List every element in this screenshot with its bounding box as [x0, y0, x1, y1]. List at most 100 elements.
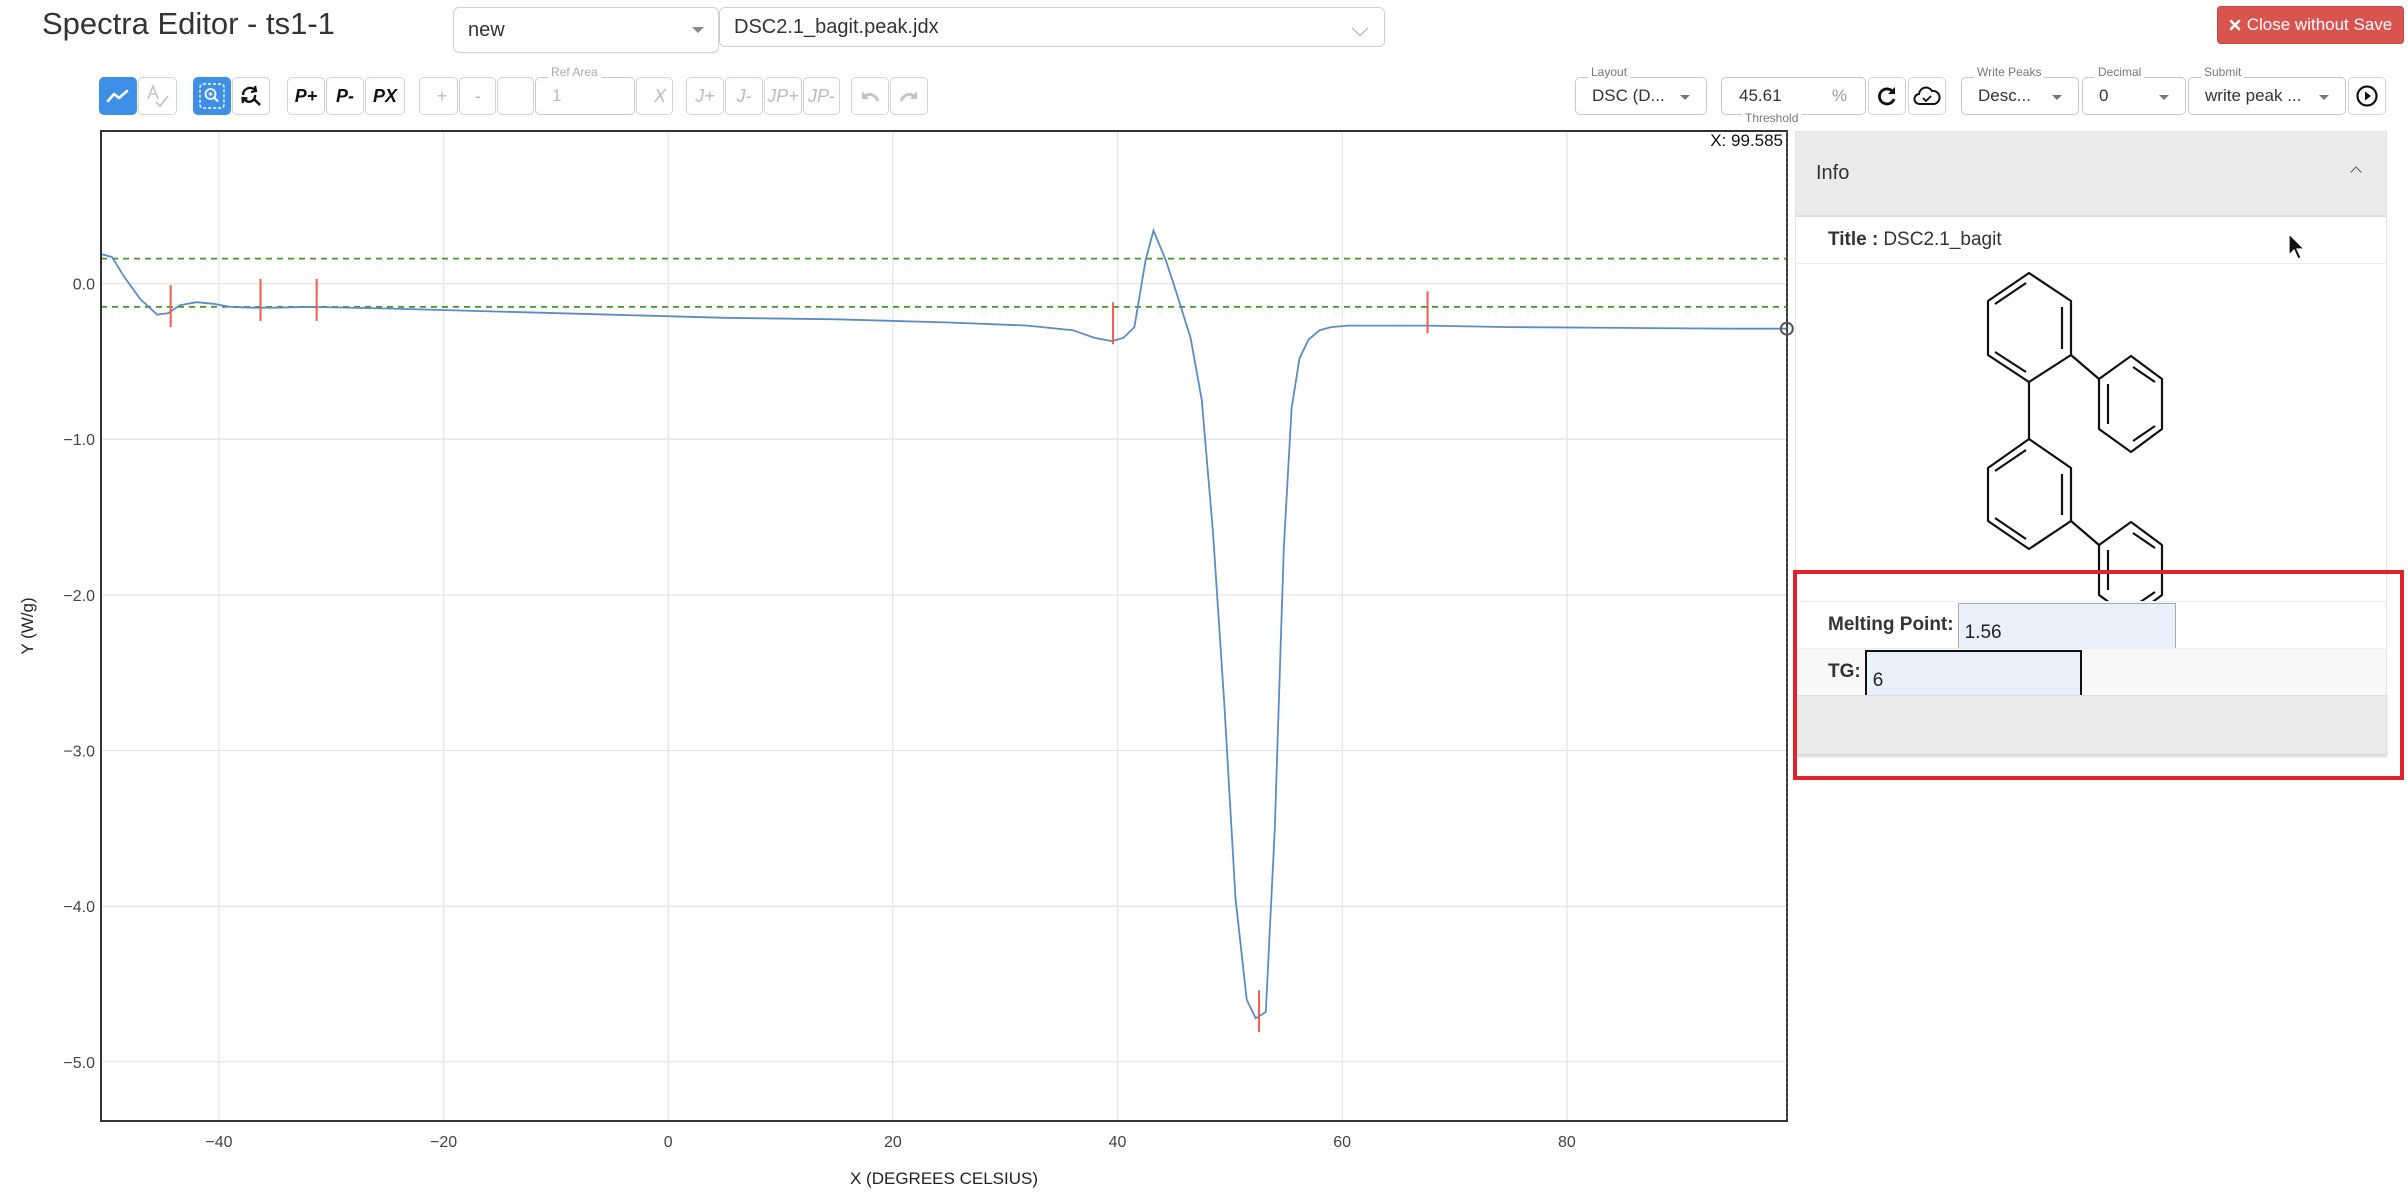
remove-peak-button[interactable]: P-	[326, 77, 364, 115]
operation-select-value: new	[468, 19, 505, 42]
threshold-value: 45.61	[1739, 86, 1782, 106]
peak-text-button[interactable]	[138, 77, 177, 115]
file-select[interactable]: DSC2.1_bagit.peak.jdx	[719, 7, 1385, 47]
auto-peak-button[interactable]	[1908, 77, 1946, 115]
undo-button[interactable]	[851, 77, 889, 115]
cloud-check-icon	[1913, 85, 1941, 107]
y-tick-label: −3.0	[63, 744, 95, 761]
mouse-cursor-icon	[2288, 233, 2306, 261]
tg-label: TG:	[1828, 661, 1861, 683]
integration-blank-button[interactable]	[497, 77, 534, 115]
caret-down-icon	[2159, 95, 2169, 100]
add-integration-button[interactable]: +	[419, 77, 458, 115]
x-axis-ticks: −40 −20 0 20 40 60 80	[205, 1134, 1575, 1151]
title-value: DSC2.1_bagit	[1883, 229, 2001, 251]
caret-down-icon	[2319, 95, 2329, 100]
caret-down-icon	[1680, 95, 1690, 100]
zoom-reset-icon	[239, 84, 263, 108]
layout-label: Layout	[1588, 65, 1630, 79]
submit-label: Submit	[2201, 65, 2244, 79]
spell-check-icon	[145, 83, 171, 109]
threshold-input[interactable]: 45.61 % Threshold	[1721, 77, 1866, 115]
write-peaks-label: Write Peaks	[1974, 65, 2044, 79]
refresh-icon	[1876, 85, 1898, 107]
y-tick-label: −4.0	[63, 899, 95, 916]
info-panel: Info Title : DSC2.1_bagit	[1795, 131, 2387, 755]
melting-point-row: Melting Point:	[1795, 601, 2387, 648]
info-panel-header[interactable]: Info	[1795, 131, 2387, 217]
threshold-label: Threshold	[1742, 111, 1801, 125]
x-tick-label: −20	[430, 1134, 457, 1151]
x-tick-label: 0	[664, 1134, 673, 1151]
decimal-label: Decimal	[2095, 65, 2144, 79]
x-tick-label: 60	[1333, 1134, 1351, 1151]
write-peaks-select[interactable]: Write Peaks Desc...	[1961, 77, 2079, 115]
remove-multiplicity-peak-button[interactable]: JP-	[803, 77, 840, 115]
x-tick-label: −40	[205, 1134, 232, 1151]
title-label: Title :	[1828, 229, 1878, 251]
add-multiplicity-button[interactable]: J+	[686, 77, 724, 115]
write-peaks-value: Desc...	[1978, 86, 2031, 106]
threshold-lines	[101, 259, 1787, 307]
add-peak-button[interactable]: P+	[287, 77, 325, 115]
molecule-structure	[1795, 264, 2387, 601]
y-tick-label: −1.0	[63, 432, 95, 449]
y-tick-label: 0.0	[73, 277, 95, 294]
spectrum-chart[interactable]: −40−20020406080 0.0−1.0−2.0−3.0−4.0−5.0 …	[0, 125, 1800, 1204]
melting-point-label: Melting Point:	[1828, 614, 1954, 636]
y-tick-label: −5.0	[63, 1055, 95, 1072]
remove-integration-button[interactable]: -	[459, 77, 496, 115]
ref-area-label: Ref Area	[548, 65, 601, 79]
zoom-in-icon	[198, 82, 226, 110]
clear-peaks-button[interactable]: PX	[365, 77, 405, 115]
undo-icon	[859, 88, 881, 104]
caret-down-icon	[2052, 95, 2062, 100]
ref-area-field[interactable]: Ref Area 1	[535, 77, 635, 115]
x-tick-label: 40	[1109, 1134, 1127, 1151]
zoom-mode-button[interactable]	[193, 77, 231, 115]
operation-select[interactable]: new	[453, 7, 719, 53]
add-multiplicity-peak-button[interactable]: JP+	[764, 77, 802, 115]
submit-select[interactable]: Submit write peak ...	[2188, 77, 2346, 115]
reset-zoom-button[interactable]	[232, 77, 270, 115]
info-panel-footer	[1795, 695, 2387, 755]
close-button-label: Close without Save	[2247, 15, 2393, 35]
close-icon	[2229, 19, 2241, 31]
x-axis-label: X (DEGREES CELSIUS)	[850, 1169, 1038, 1188]
submit-button[interactable]	[2348, 77, 2386, 115]
chevron-up-icon[interactable]	[2350, 166, 2361, 177]
info-header-label: Info	[1816, 162, 1849, 185]
decimal-select[interactable]: Decimal 0	[2082, 77, 2186, 115]
tg-row: TG:	[1795, 648, 2387, 695]
decimal-value: 0	[2099, 86, 2108, 106]
plot-frame	[101, 131, 1787, 1121]
redo-icon	[898, 88, 920, 104]
y-axis-label: Y (W/g)	[18, 597, 37, 654]
x-tick-label: 80	[1558, 1134, 1576, 1151]
terphenyl-molecule-icon	[1796, 264, 2386, 601]
layout-select[interactable]: Layout DSC (D...	[1575, 77, 1707, 115]
play-circle-icon	[2355, 84, 2379, 108]
tg-input[interactable]	[1865, 650, 2082, 695]
threshold-unit: %	[1832, 86, 1847, 106]
close-without-save-button[interactable]: Close without Save	[2217, 6, 2404, 44]
clear-integration-button[interactable]: X	[636, 77, 673, 115]
line-mode-button[interactable]	[99, 77, 137, 115]
redo-button[interactable]	[890, 77, 928, 115]
submit-value: write peak ...	[2205, 86, 2301, 106]
spectrum-line	[101, 231, 1787, 1019]
grid-lines	[101, 131, 1787, 1121]
line-chart-icon	[106, 88, 130, 104]
cursor-readout: X: 99.585	[1710, 131, 1783, 150]
chevron-down-icon	[1352, 20, 1369, 37]
ref-area-value: 1	[552, 86, 561, 106]
melting-point-input[interactable]	[1958, 603, 2176, 648]
peak-markers	[171, 279, 1428, 1032]
refresh-threshold-button[interactable]	[1868, 77, 1906, 115]
x-tick-label: 20	[884, 1134, 902, 1151]
file-select-value: DSC2.1_bagit.peak.jdx	[734, 16, 939, 39]
caret-down-icon	[692, 27, 704, 33]
y-tick-label: −2.0	[63, 588, 95, 605]
app-title: Spectra Editor - ts1-1	[42, 6, 335, 42]
remove-multiplicity-button[interactable]: J-	[725, 77, 763, 115]
